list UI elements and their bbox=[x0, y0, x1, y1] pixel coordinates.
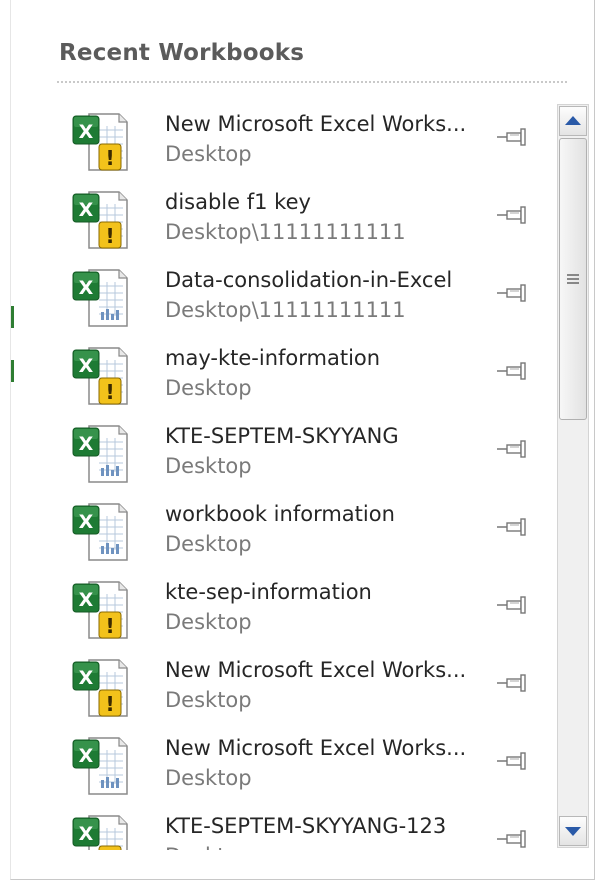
workbook-location: Desktop bbox=[165, 844, 252, 850]
svg-text:X: X bbox=[79, 511, 94, 533]
svg-text:!: ! bbox=[105, 380, 114, 404]
workbook-location: Desktop bbox=[165, 610, 252, 634]
svg-text:X: X bbox=[79, 277, 94, 299]
workbook-name: New Microsoft Excel Works... bbox=[165, 658, 467, 682]
pin-icon[interactable] bbox=[495, 282, 531, 304]
excel-icon: X bbox=[69, 266, 133, 330]
recent-workbooks-panel: Recent Workbooks X! New Microsoft Excel W… bbox=[10, 0, 595, 880]
svg-text:X: X bbox=[79, 433, 94, 455]
workbook-name: New Microsoft Excel Works... bbox=[165, 736, 467, 760]
scroll-up-arrow-icon bbox=[565, 116, 581, 125]
panel-heading: Recent Workbooks bbox=[59, 40, 305, 66]
recent-workbook-item[interactable]: X! New Microsoft Excel Works... Desktop bbox=[57, 98, 553, 176]
recent-workbook-item[interactable]: X New Microsoft Excel Works... Desktop bbox=[57, 722, 553, 800]
svg-text:!: ! bbox=[105, 692, 114, 716]
recent-workbook-item[interactable]: X! kte-sep-information Desktop bbox=[57, 566, 553, 644]
svg-text:!: ! bbox=[105, 614, 114, 638]
svg-text:X: X bbox=[79, 199, 94, 221]
workbook-location: Desktop bbox=[165, 766, 252, 790]
workbook-location: Desktop bbox=[165, 142, 252, 166]
svg-text:X: X bbox=[79, 589, 94, 611]
excel-warning-icon: X! bbox=[69, 812, 133, 850]
svg-text:X: X bbox=[79, 667, 94, 689]
edge-marker bbox=[11, 360, 14, 382]
workbook-location: Desktop\11111111111 bbox=[165, 298, 406, 322]
recent-workbook-item[interactable]: X! KTE-SEPTEM-SKYYANG-123 Desktop bbox=[57, 800, 553, 850]
excel-warning-icon: X! bbox=[69, 656, 133, 720]
scroll-down-arrow-icon bbox=[565, 827, 581, 836]
pin-icon[interactable] bbox=[495, 204, 531, 226]
workbook-name: Data-consolidation-in-Excel bbox=[165, 268, 453, 292]
recent-workbook-item[interactable]: X Data-consolidation-in-Excel Desktop\1111… bbox=[57, 254, 553, 332]
recent-workbook-item[interactable]: X! may-kte-information Desktop bbox=[57, 332, 553, 410]
excel-icon: X bbox=[69, 734, 133, 798]
scroll-up-button[interactable] bbox=[559, 106, 587, 136]
svg-text:X: X bbox=[79, 823, 94, 845]
divider bbox=[57, 81, 567, 83]
workbook-name: workbook information bbox=[165, 502, 395, 526]
pin-icon[interactable] bbox=[495, 828, 531, 850]
workbook-name: KTE-SEPTEM-SKYYANG bbox=[165, 424, 399, 448]
excel-warning-icon: X! bbox=[69, 578, 133, 642]
workbook-location: Desktop\11111111111 bbox=[165, 220, 406, 244]
excel-icon: X bbox=[69, 422, 133, 486]
pin-icon[interactable] bbox=[495, 516, 531, 538]
svg-text:X: X bbox=[79, 745, 94, 767]
workbook-name: disable f1 key bbox=[165, 190, 311, 214]
workbook-location: Desktop bbox=[165, 376, 252, 400]
workbook-name: may-kte-information bbox=[165, 346, 381, 370]
pin-icon[interactable] bbox=[495, 750, 531, 772]
recent-workbooks-list: X! New Microsoft Excel Works... Desktop X! d… bbox=[57, 98, 553, 850]
recent-workbook-item[interactable]: X! New Microsoft Excel Works... Desktop bbox=[57, 644, 553, 722]
grip-icon bbox=[567, 274, 579, 284]
workbook-name: KTE-SEPTEM-SKYYANG-123 bbox=[165, 814, 447, 838]
svg-text:!: ! bbox=[105, 224, 114, 248]
svg-text:X: X bbox=[79, 121, 94, 143]
workbook-name: New Microsoft Excel Works... bbox=[165, 112, 467, 136]
pin-icon[interactable] bbox=[495, 438, 531, 460]
recent-workbook-item[interactable]: Xworkbook information Desktop bbox=[57, 488, 553, 566]
scroll-down-button[interactable] bbox=[559, 816, 587, 846]
edge-marker bbox=[11, 306, 14, 328]
excel-warning-icon: X! bbox=[69, 344, 133, 408]
pin-icon[interactable] bbox=[495, 126, 531, 148]
recent-workbook-item[interactable]: X! disable f1 key Desktop\11111111111 bbox=[57, 176, 553, 254]
recent-workbook-item[interactable]: X KTE-SEPTEM-SKYYANG Desktop bbox=[57, 410, 553, 488]
excel-warning-icon: X! bbox=[69, 110, 133, 174]
pin-icon[interactable] bbox=[495, 672, 531, 694]
workbook-location: Desktop bbox=[165, 532, 252, 556]
svg-text:!: ! bbox=[105, 848, 114, 850]
vertical-scrollbar[interactable] bbox=[557, 104, 589, 848]
excel-warning-icon: X! bbox=[69, 188, 133, 252]
pin-icon[interactable] bbox=[495, 594, 531, 616]
workbook-location: Desktop bbox=[165, 454, 252, 478]
pin-icon[interactable] bbox=[495, 360, 531, 382]
workbook-name: kte-sep-information bbox=[165, 580, 372, 604]
svg-text:X: X bbox=[79, 355, 94, 377]
svg-text:!: ! bbox=[105, 146, 114, 170]
excel-icon: X bbox=[69, 500, 133, 564]
workbook-location: Desktop bbox=[165, 688, 252, 712]
scroll-thumb[interactable] bbox=[559, 138, 587, 420]
